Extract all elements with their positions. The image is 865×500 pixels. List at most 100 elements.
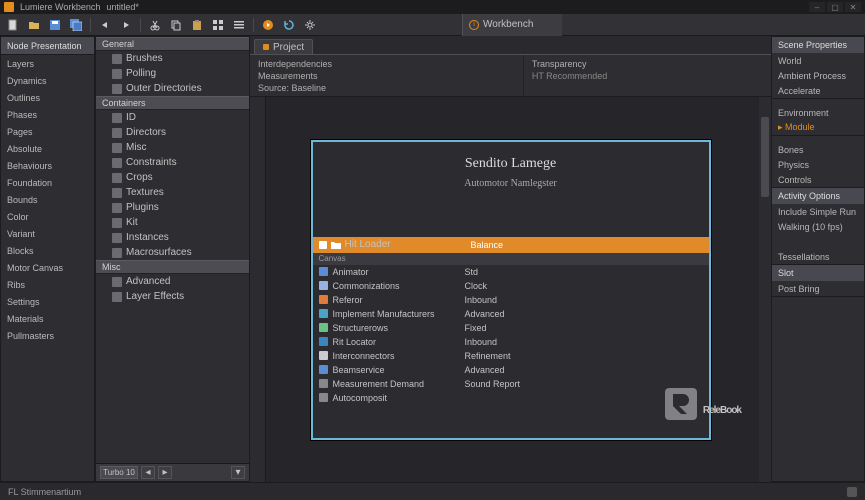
right-item[interactable]: Post Bring [772,281,864,296]
stage-row[interactable]: Rit LocatorInbound [313,335,709,349]
left-item[interactable]: Layers [1,55,94,72]
stage-row[interactable]: AnimatorStd [313,265,709,279]
stage-row[interactable]: BeamserviceAdvanced [313,363,709,377]
left-panel-header: Node Presentation [1,37,94,55]
mid-item[interactable]: Crops [96,170,249,185]
mid-item[interactable]: Advanced [96,274,249,289]
stage-row[interactable]: Autocomposit [313,391,709,405]
maximize-button[interactable]: ▢ [827,2,843,12]
refresh-button[interactable] [280,16,298,34]
mid-group-misc-header[interactable]: Misc [96,260,249,274]
prev-button[interactable]: ◂ [141,466,155,479]
play-button[interactable] [259,16,277,34]
right-item[interactable]: Physics [772,157,864,172]
mode-tab[interactable]: i Workbench [462,14,562,36]
cut-button[interactable] [146,16,164,34]
left-panel: Node Presentation LayersDynamicsOutlines… [0,36,95,482]
stage-row[interactable]: Implement ManufacturersAdvanced [313,307,709,321]
next-button[interactable]: ▸ [158,466,172,479]
main-toolbar: i Workbench [0,14,865,36]
mid-group-containers-header[interactable]: Containers [96,96,249,110]
stage-highlight-row[interactable]: Hit Loader Balance [313,237,709,253]
left-item[interactable]: Motor Canvas [1,259,94,276]
right-section-5: Post Bring [772,281,864,297]
mid-item[interactable]: Misc [96,140,249,155]
stage-row[interactable]: CommonizationsClock [313,279,709,293]
info-value: HT Recommended [532,71,763,81]
grid-button[interactable] [209,16,227,34]
redo-button[interactable] [117,16,135,34]
right-item[interactable]: Ambient Process [772,68,864,83]
mid-group-general-header[interactable]: General [96,37,249,51]
stage-row[interactable]: Measurement DemandSound Report [313,377,709,391]
right-item[interactable] [772,234,864,249]
list-button[interactable] [230,16,248,34]
left-item[interactable]: Bounds [1,191,94,208]
right-item[interactable]: Environment [772,105,864,120]
left-item[interactable]: Behaviours [1,157,94,174]
mid-item[interactable]: Plugins [96,200,249,215]
highlight-right-label: Balance [465,240,510,250]
viewport[interactable]: Sendito Lamege Automotor Namlegster Hit … [250,97,771,482]
stage-row[interactable]: ReferorInbound [313,293,709,307]
mid-item[interactable]: Outer Directories [96,81,249,96]
stage-row[interactable]: StructurerowsFixed [313,321,709,335]
vertical-scrollbar[interactable] [759,97,771,482]
left-item[interactable]: Settings [1,293,94,310]
left-item[interactable]: Color [1,208,94,225]
right-item[interactable]: Walking (10 fps) [772,219,864,234]
save-button[interactable] [46,16,64,34]
right-item[interactable]: Bones [772,142,864,157]
mid-item[interactable]: Brushes [96,51,249,66]
gear-button[interactable] [301,16,319,34]
mid-item[interactable]: Textures [96,185,249,200]
mode-tab-label: Workbench [483,19,533,30]
left-item[interactable]: Pages [1,123,94,140]
stage-row[interactable]: InterconnectorsRefinement [313,349,709,363]
left-item[interactable]: Blocks [1,242,94,259]
scrollbar-thumb[interactable] [761,117,769,197]
mid-item[interactable]: ID [96,110,249,125]
left-item[interactable]: Absolute [1,140,94,157]
left-item[interactable]: Outlines [1,89,94,106]
left-item[interactable]: Variant [1,225,94,242]
right-item[interactable]: Accelerate [772,83,864,98]
minimize-button[interactable]: – [809,2,825,12]
stage[interactable]: Sendito Lamege Automotor Namlegster Hit … [311,140,711,440]
center-panel: Project Interdependencies Measurements S… [250,36,771,482]
collapse-button[interactable]: ▾ [231,466,245,479]
right-item[interactable]: Include Simple Run [772,204,864,219]
right-panel-header: Scene Properties [772,37,864,53]
file-open-button[interactable] [25,16,43,34]
mid-item[interactable]: Directors [96,125,249,140]
info-row: Interdependencies [258,59,515,69]
right-item[interactable]: ▸ Module [772,120,864,135]
left-item[interactable]: Dynamics [1,72,94,89]
mid-item[interactable]: Constraints [96,155,249,170]
mid-item[interactable]: Polling [96,66,249,81]
bullet-icon [319,241,327,249]
paste-button[interactable] [188,16,206,34]
highlight-left-label: Hit Loader [345,239,391,250]
right-item[interactable]: Controls [772,172,864,187]
mid-item[interactable]: Layer Effects [96,289,249,304]
vertical-ruler [250,97,266,482]
mid-item[interactable]: Kit [96,215,249,230]
left-item[interactable]: Phases [1,106,94,123]
save-all-button[interactable] [67,16,85,34]
mid-item[interactable]: Macrosurfaces [96,245,249,260]
left-item[interactable]: Pullmasters [1,327,94,344]
left-item[interactable]: Foundation [1,174,94,191]
close-button[interactable]: ✕ [845,2,861,12]
info-label: Transparency [532,59,763,69]
file-new-button[interactable] [4,16,22,34]
mid-item[interactable]: Instances [96,230,249,245]
center-tab-project[interactable]: Project [254,39,313,54]
turbo-button[interactable]: Turbo 10 [100,466,138,479]
right-item[interactable]: World [772,53,864,68]
undo-button[interactable] [96,16,114,34]
copy-button[interactable] [167,16,185,34]
left-item[interactable]: Ribs [1,276,94,293]
left-item[interactable]: Materials [1,310,94,327]
right-item[interactable]: Tessellations [772,249,864,264]
